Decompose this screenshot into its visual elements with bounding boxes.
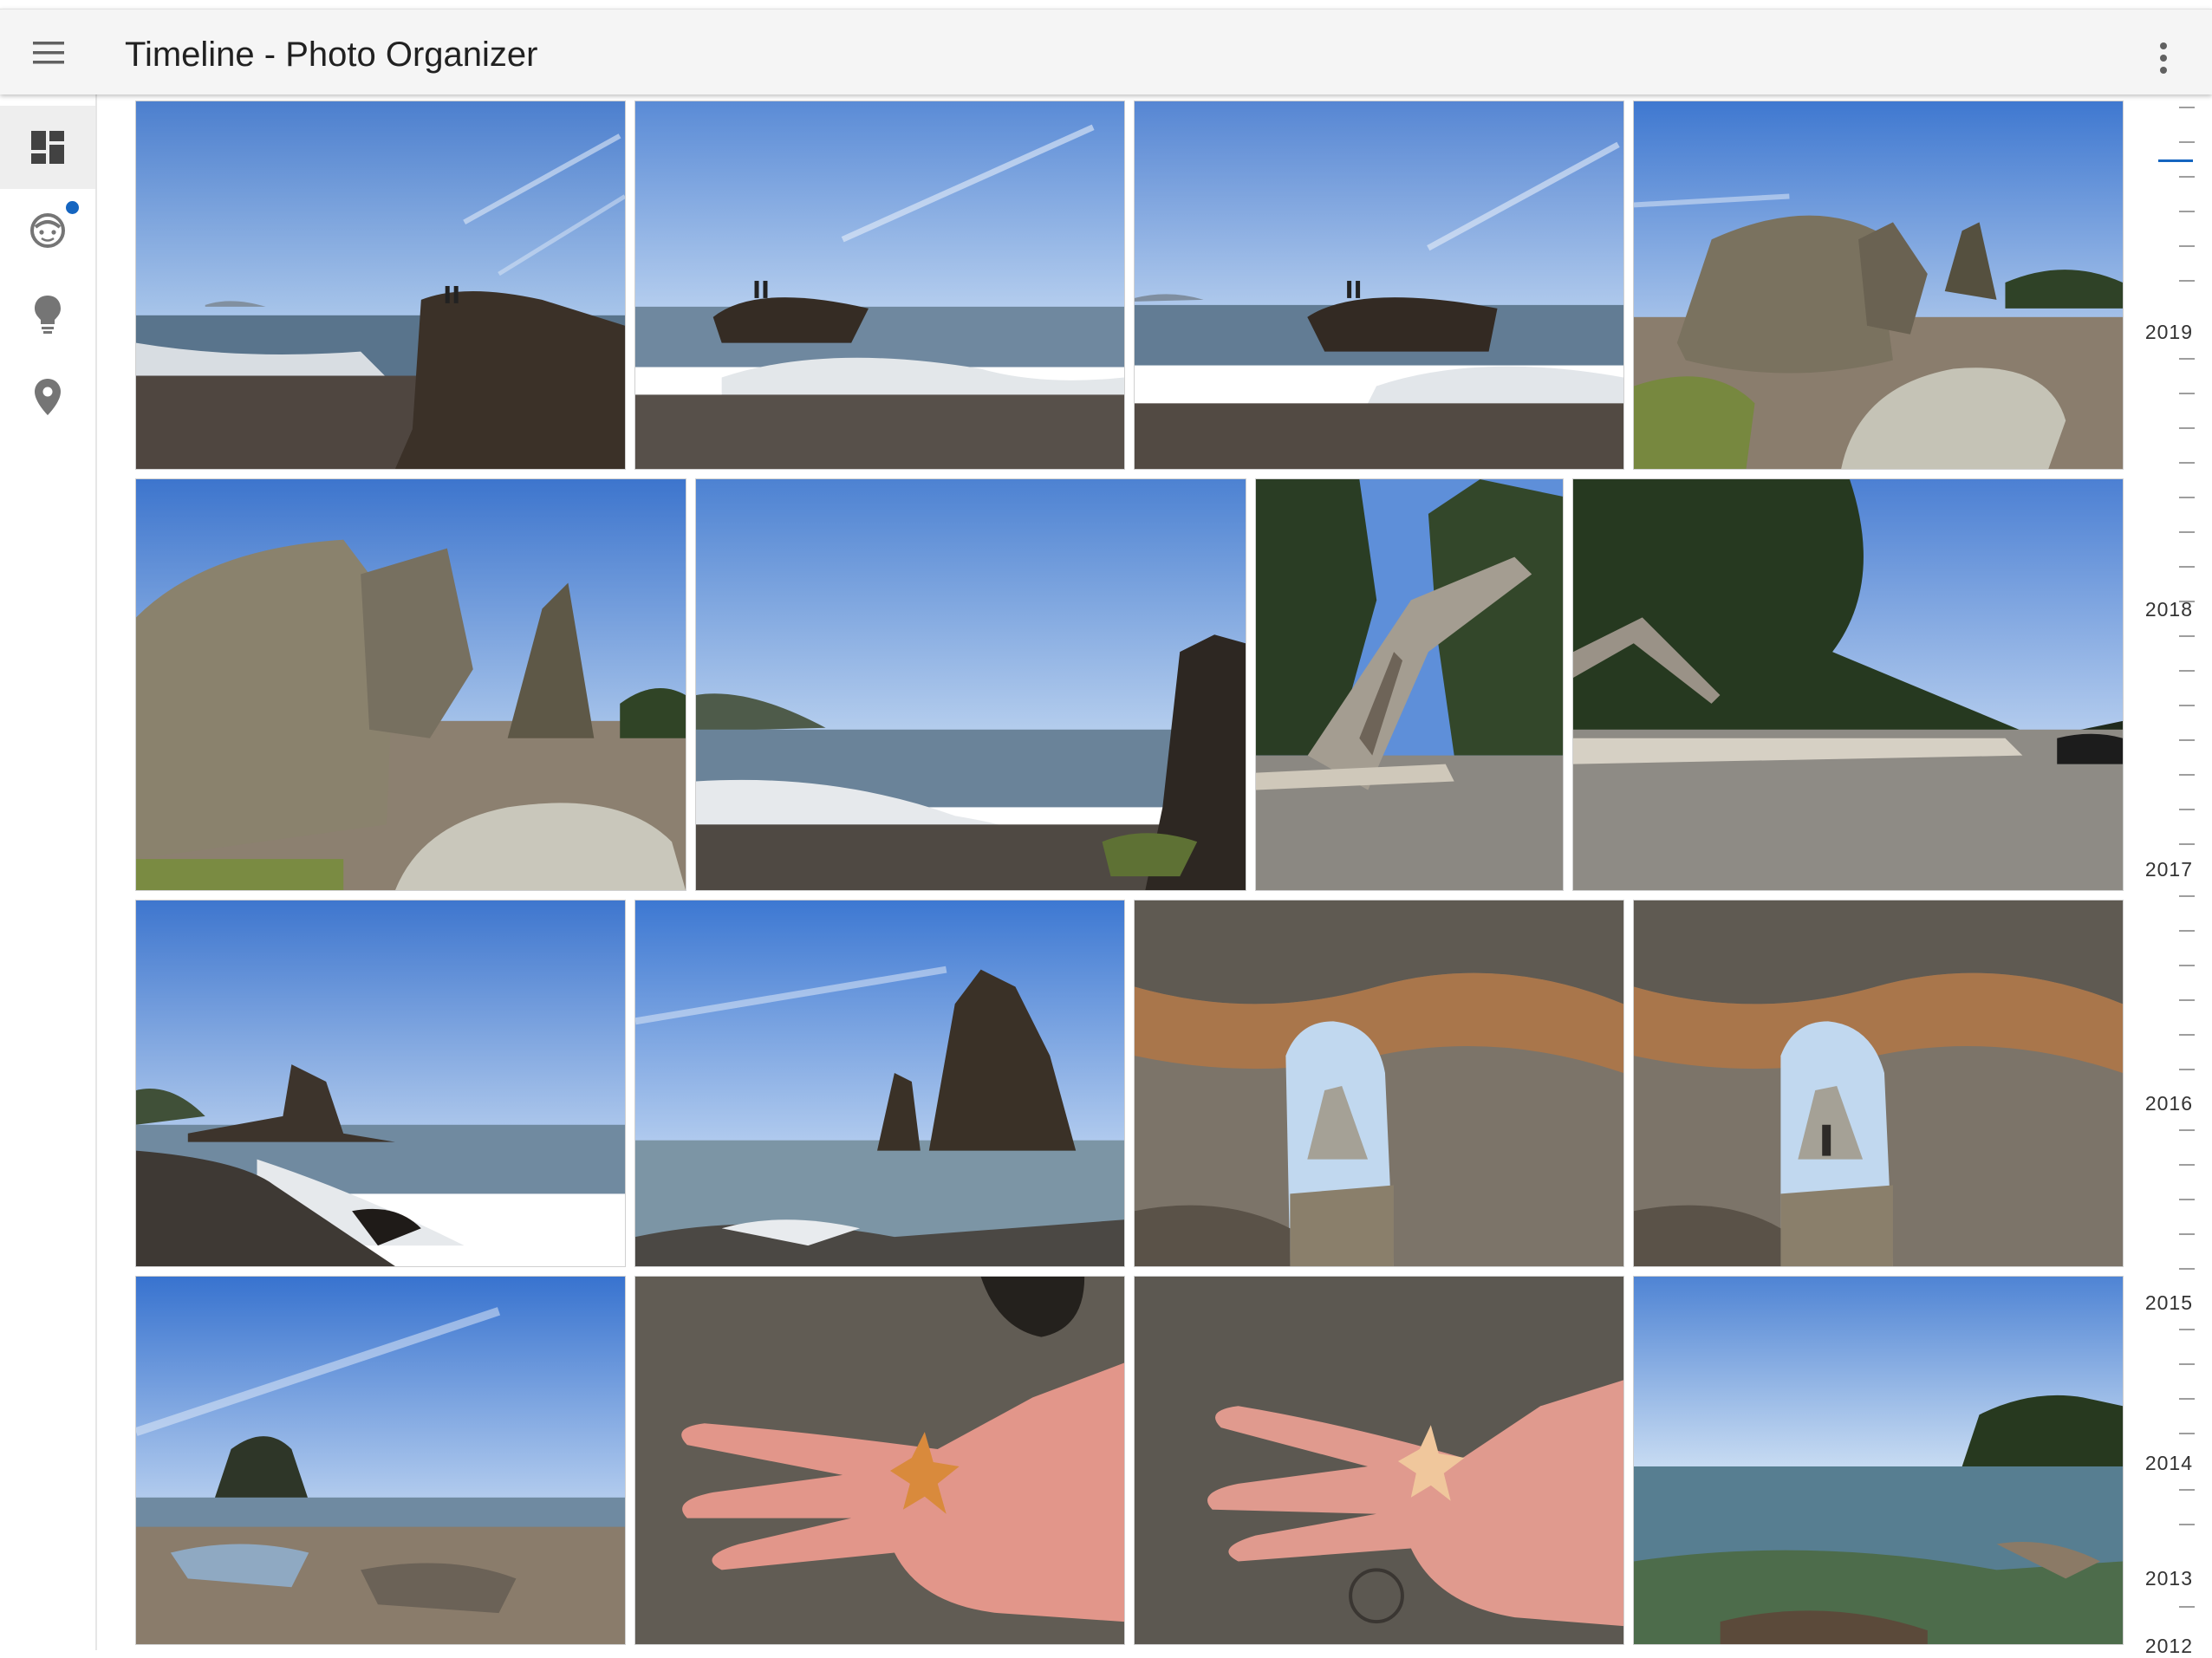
photo-thumbnail[interactable]: [1134, 101, 1624, 470]
photo-thumbnail[interactable]: [135, 478, 686, 891]
timeline-tick: [2179, 635, 2195, 637]
timeline-tick: [2179, 531, 2195, 533]
timeline-tick: [2179, 774, 2195, 776]
timeline-tick: [2179, 1363, 2195, 1365]
timeline-tick: [2179, 245, 2195, 247]
timeline-tick: [2179, 1129, 2195, 1131]
menu-button[interactable]: [21, 30, 76, 75]
timeline-year-label: 2014: [2144, 1452, 2193, 1474]
timeline-tick: [2179, 1268, 2195, 1270]
photo-thumbnail[interactable]: [135, 101, 626, 470]
photo-thumbnail[interactable]: [1134, 900, 1624, 1267]
photo-thumbnail[interactable]: [1633, 101, 2124, 470]
timeline-tick: [2179, 809, 2195, 810]
timeline-current-position-indicator: [2158, 159, 2193, 162]
sidebar-item-timeline[interactable]: [0, 106, 95, 189]
app-bar: Timeline - Photo Organizer: [0, 9, 2212, 94]
timeline-tick: [2179, 211, 2195, 212]
timeline-tick: [2179, 393, 2195, 394]
timeline-tick: [2179, 1069, 2195, 1070]
photo-thumbnail[interactable]: [1134, 1276, 1624, 1645]
timeline-tick: [2179, 462, 2195, 464]
timeline-tick: [2179, 566, 2195, 568]
more-options-button[interactable]: [2143, 32, 2184, 84]
timeline-tick: [2179, 843, 2195, 845]
sidebar: [0, 94, 97, 1650]
timeline-year-label: 2016: [2144, 1092, 2193, 1115]
timeline-tick: [2179, 705, 2195, 706]
timeline-year-label: 2017: [2144, 858, 2193, 881]
photo-thumbnail[interactable]: [1255, 478, 1564, 891]
dashboard-icon: [31, 131, 64, 164]
timeline-tick: [2179, 1034, 2195, 1036]
timeline-tick: [2179, 1524, 2195, 1525]
timeline-tick: [2179, 280, 2195, 282]
photo-thumbnail[interactable]: [634, 1276, 1125, 1645]
photo-thumbnail[interactable]: [1633, 900, 2124, 1267]
timeline-year-label: 2012: [2144, 1635, 2193, 1657]
photo-thumbnail[interactable]: [1572, 478, 2124, 891]
timeline-tick: [2179, 1199, 2195, 1200]
timeline-year-label: 2013: [2144, 1567, 2193, 1590]
photo-thumbnail[interactable]: [135, 1276, 626, 1645]
timeline-tick: [2179, 1233, 2195, 1235]
timeline-year-label: 2015: [2144, 1291, 2193, 1314]
timeline-tick: [2179, 999, 2195, 1001]
notification-badge: [66, 201, 79, 214]
more-vert-icon: [2160, 42, 2167, 74]
timeline-tick: [2179, 107, 2195, 108]
timeline-tick: [2179, 739, 2195, 741]
timeline-year-label: 2018: [2144, 598, 2193, 621]
photo-thumbnail[interactable]: [695, 478, 1246, 891]
timeline-tick: [2179, 895, 2195, 897]
timeline-tick: [2179, 1164, 2195, 1166]
timeline-scrubber[interactable]: 2019 2018 2017 2016 2015 2014 2013 2012: [2141, 94, 2212, 1657]
timeline-tick: [2179, 1606, 2195, 1608]
timeline-tick: [2179, 358, 2195, 360]
timeline-tick: [2179, 1433, 2195, 1434]
timeline-tick: [2179, 427, 2195, 429]
timeline-tick: [2179, 1489, 2195, 1491]
photo-thumbnail[interactable]: [634, 900, 1125, 1267]
timeline-tick: [2179, 670, 2195, 672]
page-title: Timeline - Photo Organizer: [125, 36, 538, 74]
timeline-tick: [2179, 965, 2195, 966]
face-icon: [30, 213, 65, 248]
timeline-tick: [2179, 497, 2195, 498]
photo-thumbnail[interactable]: [135, 900, 626, 1267]
timeline-year-label: 2019: [2144, 321, 2193, 343]
lightbulb-icon: [35, 296, 61, 334]
sidebar-item-places[interactable]: [0, 355, 95, 439]
timeline-tick: [2179, 930, 2195, 932]
photo-thumbnail[interactable]: [634, 101, 1125, 470]
place-icon: [35, 379, 61, 415]
sidebar-item-ideas[interactable]: [0, 272, 95, 355]
timeline-tick: [2179, 176, 2195, 178]
sidebar-item-people[interactable]: [0, 189, 95, 272]
photo-thumbnail[interactable]: [1633, 1276, 2124, 1645]
menu-icon: [33, 42, 64, 64]
timeline-tick: [2179, 1329, 2195, 1330]
timeline-tick: [2179, 141, 2195, 143]
timeline-tick: [2179, 1398, 2195, 1400]
